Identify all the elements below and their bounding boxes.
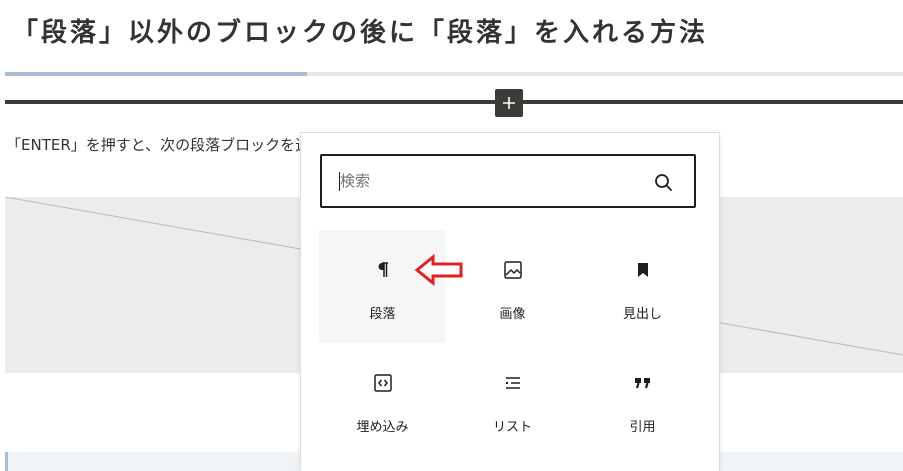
quote-icon bbox=[631, 371, 655, 395]
block-item-list[interactable]: リスト bbox=[449, 343, 576, 456]
paragraph-icon bbox=[371, 258, 395, 282]
block-inserter-popover: 段落 画像 見出し bbox=[300, 132, 720, 471]
page-title: 「段落」以外のブロックの後に「段落」を入れる方法 bbox=[12, 18, 709, 48]
block-item-paragraph[interactable]: 段落 bbox=[319, 230, 446, 343]
search-field[interactable] bbox=[320, 154, 696, 208]
list-icon bbox=[501, 371, 525, 395]
search-icon[interactable] bbox=[652, 171, 674, 193]
block-item-embed[interactable]: 埋め込み bbox=[319, 343, 446, 456]
heading-underline-accent bbox=[5, 72, 307, 76]
add-block-button[interactable] bbox=[495, 89, 523, 117]
heading-bookmark-icon bbox=[631, 258, 655, 282]
block-label: リスト bbox=[492, 420, 532, 435]
paragraph-block[interactable]: 「ENTER」を押すと、次の段落ブロックを追加します。 bbox=[6, 134, 300, 155]
block-label: 埋め込み bbox=[356, 420, 409, 435]
block-label: 引用 bbox=[629, 420, 656, 435]
plus-icon bbox=[503, 97, 515, 109]
block-grid: 段落 画像 見出し 埋め込み リスト 引用 bbox=[319, 230, 706, 456]
block-item-quote[interactable]: 引用 bbox=[579, 343, 706, 456]
block-inserter-line bbox=[5, 100, 903, 104]
editor-page: 「段落」以外のブロックの後に「段落」を入れる方法 「ENTER」を押すと、次の段… bbox=[0, 0, 903, 471]
block-item-image[interactable]: 画像 bbox=[449, 230, 576, 343]
search-input[interactable] bbox=[340, 167, 630, 195]
block-label: 見出し bbox=[622, 307, 662, 322]
block-label: 画像 bbox=[499, 307, 526, 322]
image-icon bbox=[501, 258, 525, 282]
embed-icon bbox=[371, 371, 395, 395]
block-label: 段落 bbox=[369, 307, 396, 322]
red-arrow-icon bbox=[414, 254, 463, 286]
block-item-heading[interactable]: 見出し bbox=[579, 230, 706, 343]
